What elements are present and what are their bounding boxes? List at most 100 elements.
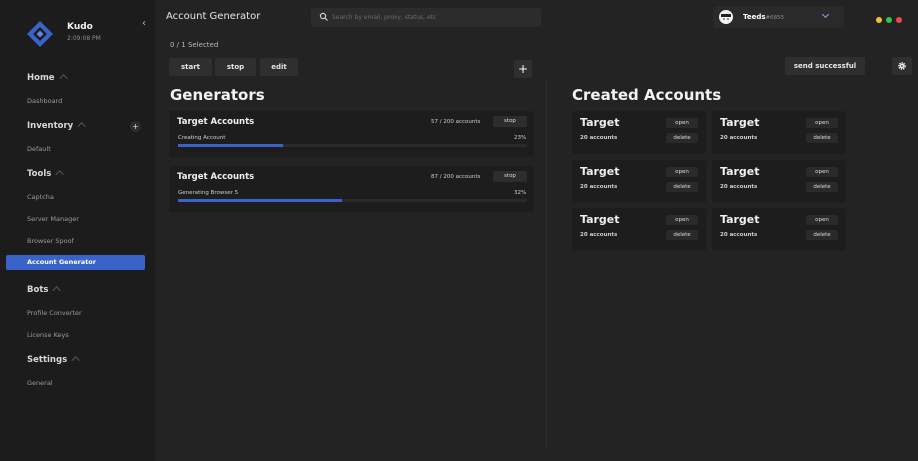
open-button[interactable]: open <box>666 118 698 128</box>
app-window: Kudo 2:09:08 PM ‹ Home Dashboard Invento… <box>0 0 918 461</box>
add-inventory-button[interactable]: + <box>130 121 141 132</box>
add-generator-button[interactable]: + <box>514 60 532 78</box>
start-button[interactable]: start <box>169 58 212 76</box>
delete-button[interactable]: delete <box>806 182 838 192</box>
progress-bar <box>178 144 527 147</box>
sidebar-item-profile-converter[interactable]: Profile Converter <box>27 309 82 317</box>
chevron-up-icon <box>52 286 62 295</box>
delete-button[interactable]: delete <box>666 230 698 240</box>
generator-name: Target Accounts <box>177 172 255 182</box>
settings-button[interactable] <box>892 57 912 75</box>
progress-bar <box>178 199 527 202</box>
user-tag: #6855 <box>765 15 785 21</box>
account-count: 20 accounts <box>720 184 758 190</box>
sidebar-item-server-manager[interactable]: Server Manager <box>27 215 79 223</box>
delete-button[interactable]: delete <box>666 133 698 143</box>
progress-fill <box>178 144 283 147</box>
gear-icon <box>898 62 906 70</box>
sidebar-item-captcha[interactable]: Captcha <box>27 193 54 201</box>
open-button[interactable]: open <box>806 167 838 177</box>
account-count: 20 accounts <box>720 232 758 238</box>
sidebar-item-default[interactable]: Default <box>27 145 51 153</box>
edit-button[interactable]: edit <box>260 58 298 76</box>
chevron-up-icon <box>77 122 87 131</box>
nav-section-home[interactable]: Home <box>27 73 68 83</box>
minimize-dot-icon[interactable] <box>876 17 882 23</box>
created-account-card: Target 20 accounts open delete <box>572 208 706 251</box>
user-menu[interactable]: Teeds#6855 <box>713 6 844 28</box>
sidebar-item-browser-spoof[interactable]: Browser Spoof <box>27 237 74 245</box>
chevron-down-icon[interactable] <box>821 10 830 19</box>
generator-stop-button[interactable]: stop <box>493 171 527 182</box>
created-account-card: Target 20 accounts open delete <box>572 111 706 154</box>
delete-button[interactable]: delete <box>666 182 698 192</box>
search-icon <box>319 12 328 21</box>
avatar-face-icon <box>721 14 731 24</box>
window-controls <box>876 8 906 27</box>
nav-section-bots[interactable]: Bots <box>27 285 62 295</box>
created-account-card: Target 20 accounts open delete <box>712 160 846 203</box>
close-dot-icon[interactable] <box>896 17 902 23</box>
open-button[interactable]: open <box>806 118 838 128</box>
created-account-card: Target 20 accounts open delete <box>712 111 846 154</box>
nav-section-settings[interactable]: Settings <box>27 355 80 365</box>
nav-section-tools[interactable]: Tools <box>27 169 65 179</box>
clock-time: 2:09:08 PM <box>67 35 101 42</box>
nav-section-label: Tools <box>27 169 52 179</box>
avatar <box>719 10 733 24</box>
nav-section-label: Bots <box>27 285 49 295</box>
search-input[interactable] <box>332 11 532 24</box>
send-successful-button[interactable]: send successful <box>785 57 865 75</box>
username-text: Teeds <box>743 13 766 21</box>
account-name: Target <box>580 213 620 226</box>
account-name: Target <box>720 213 760 226</box>
page-title: Account Generator <box>166 11 261 22</box>
username: Teeds#6855 <box>743 13 784 21</box>
sidebar-item-label: Account Generator <box>27 258 96 266</box>
generator-status: Creating Account <box>178 135 226 141</box>
generator-stop-button[interactable]: stop <box>493 116 527 127</box>
kudo-logo-icon <box>27 21 53 47</box>
app-name: Kudo <box>67 22 93 32</box>
account-name: Target <box>580 116 620 129</box>
created-accounts-heading: Created Accounts <box>572 86 722 104</box>
sidebar-item-dashboard[interactable]: Dashboard <box>27 97 62 105</box>
open-button[interactable]: open <box>666 215 698 225</box>
generator-status: Generating Browser 5 <box>178 190 239 196</box>
account-count: 20 accounts <box>720 135 758 141</box>
chevron-up-icon <box>58 74 68 83</box>
nav-section-inventory[interactable]: Inventory <box>27 121 87 131</box>
sidebar-item-general[interactable]: General <box>27 379 53 387</box>
selection-count: 0 / 1 Selected <box>170 41 219 49</box>
open-button[interactable]: open <box>666 167 698 177</box>
maximize-dot-icon[interactable] <box>886 17 892 23</box>
sidebar-item-account-generator[interactable]: Account Generator <box>6 255 145 270</box>
generator-percent: 23% <box>514 135 527 141</box>
created-account-card: Target 20 accounts open delete <box>712 208 846 251</box>
sidebar: Kudo 2:09:08 PM ‹ Home Dashboard Invento… <box>0 0 155 461</box>
search-bar[interactable] <box>311 8 541 27</box>
delete-button[interactable]: delete <box>806 133 838 143</box>
nav-section-label: Home <box>27 73 55 83</box>
generators-heading: Generators <box>170 86 265 104</box>
delete-button[interactable]: delete <box>806 230 838 240</box>
progress-fill <box>178 199 343 202</box>
generator-card: Target Accounts 87 / 200 accounts stop G… <box>169 166 534 212</box>
stop-button[interactable]: stop <box>215 58 256 76</box>
account-count: 20 accounts <box>580 232 618 238</box>
chevron-up-icon <box>71 356 80 365</box>
created-account-card: Target 20 accounts open delete <box>572 160 706 203</box>
generator-card: Target Accounts 57 / 200 accounts stop C… <box>169 111 534 157</box>
account-count: 20 accounts <box>580 184 618 190</box>
column-divider <box>546 80 547 450</box>
chevron-up-icon <box>55 170 65 179</box>
sidebar-item-license-keys[interactable]: License Keys <box>27 331 69 339</box>
nav-section-label: Settings <box>27 355 68 365</box>
account-name: Target <box>580 165 620 178</box>
account-count: 20 accounts <box>580 135 618 141</box>
collapse-sidebar-icon[interactable]: ‹ <box>142 18 146 29</box>
generator-count: 87 / 200 accounts <box>431 174 481 180</box>
open-button[interactable]: open <box>806 215 838 225</box>
generator-percent: 32% <box>514 190 527 196</box>
generator-count: 57 / 200 accounts <box>431 119 481 125</box>
